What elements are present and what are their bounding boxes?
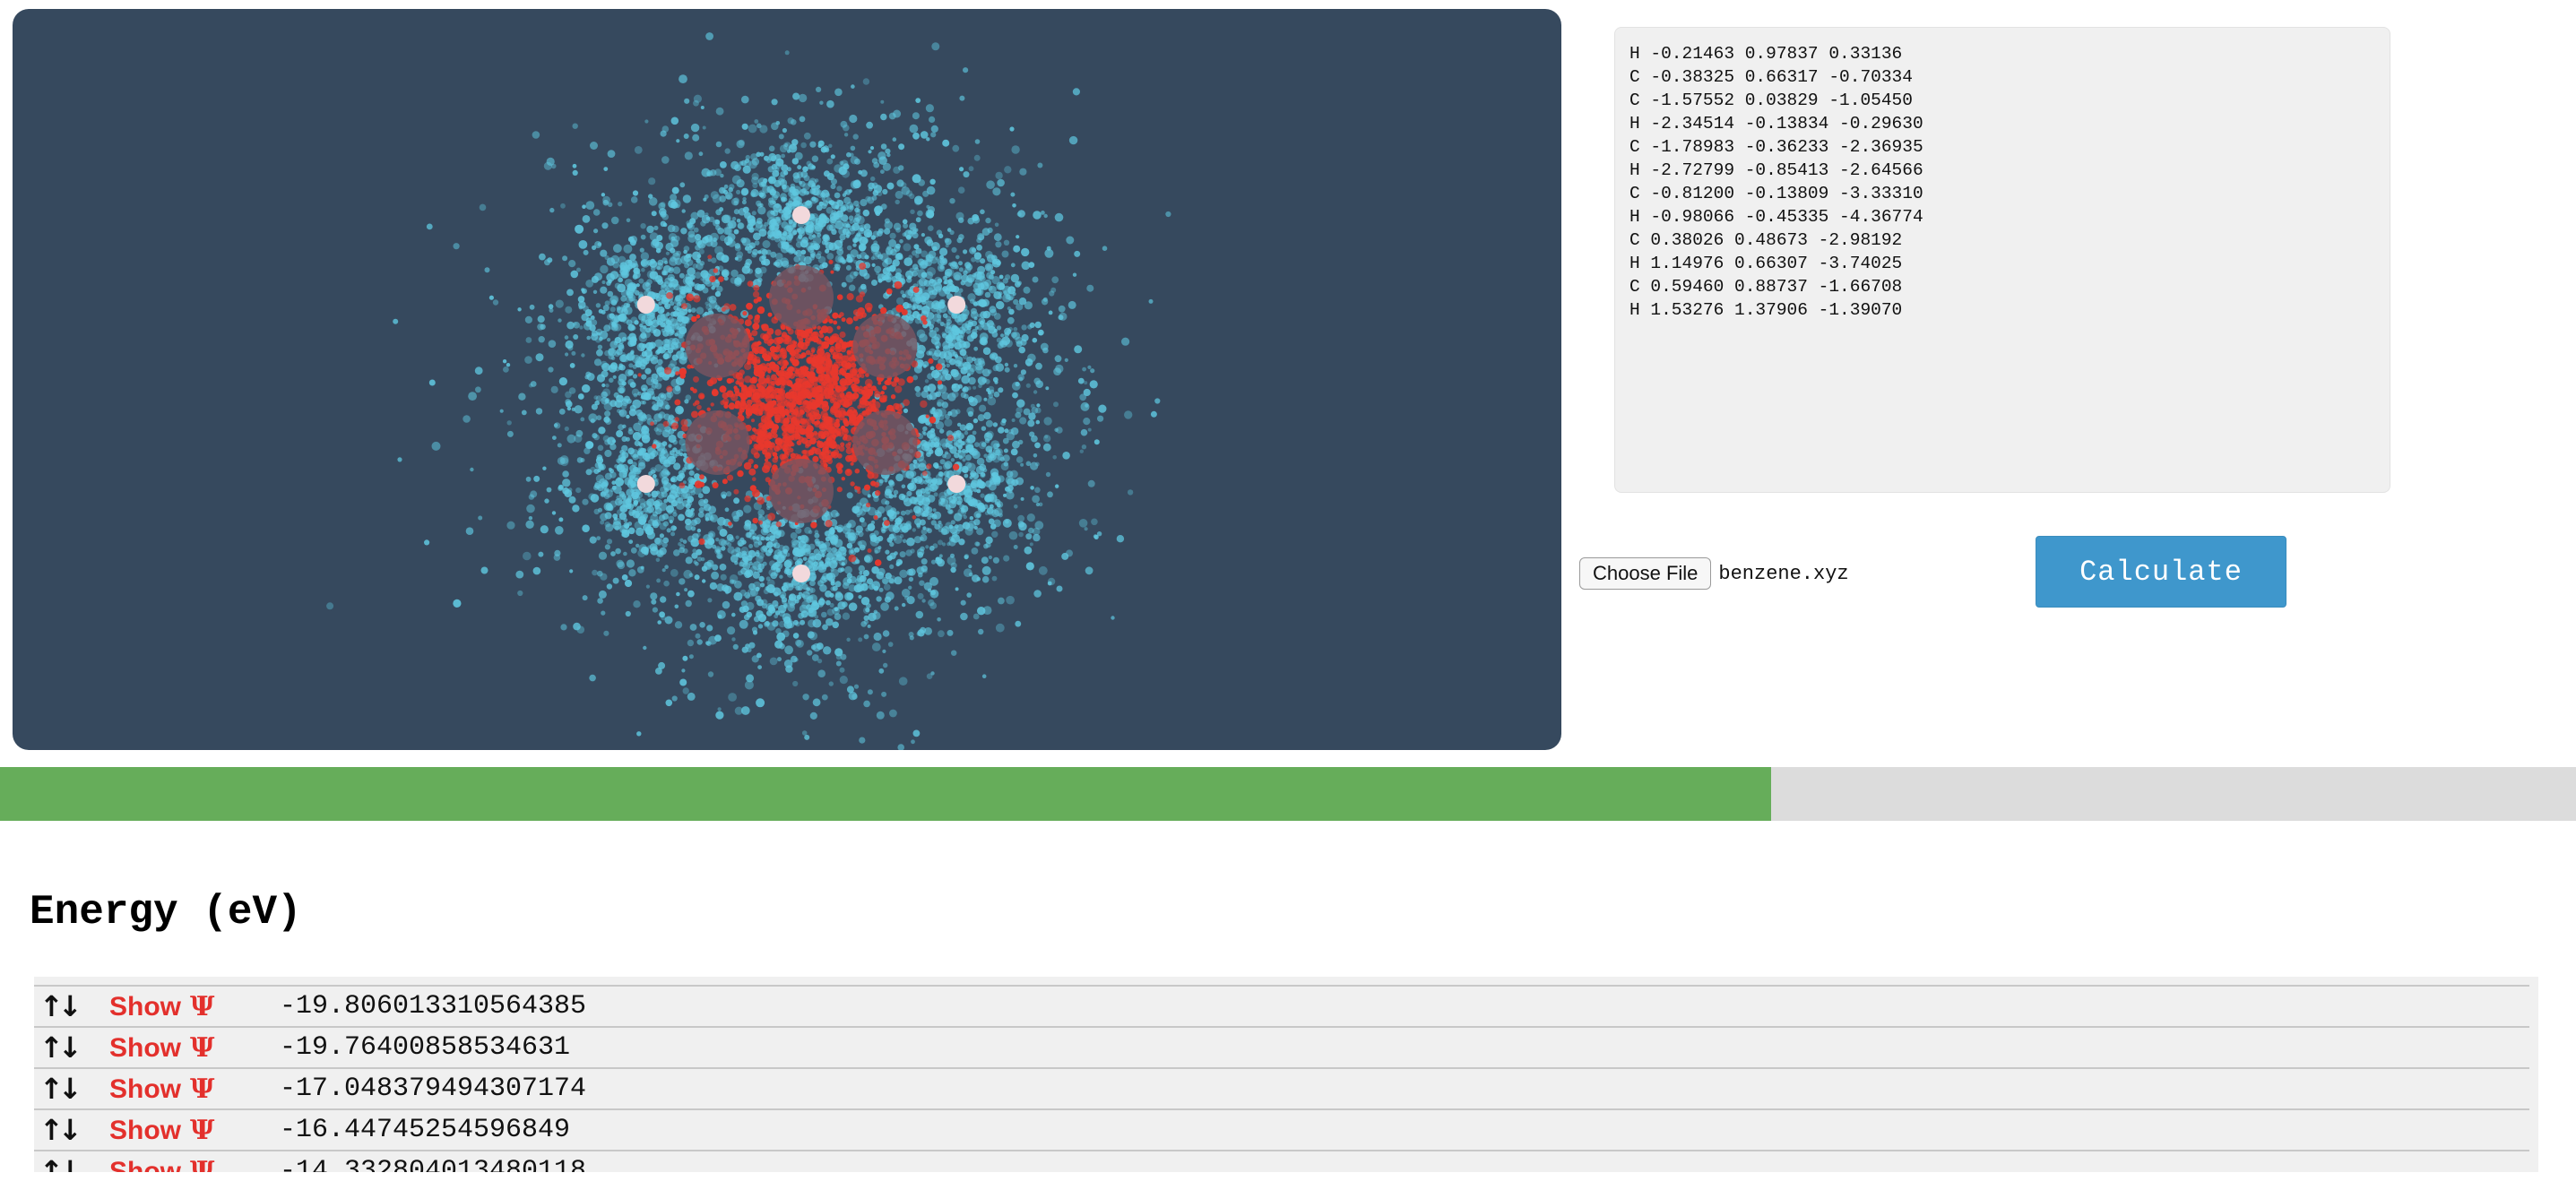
xyz-line: C -0.38325 0.66317 -0.70334 <box>1629 67 1913 87</box>
spin-arrows-icon: ↑↓ <box>39 1030 82 1065</box>
file-input-row: Choose File benzene.xyz <box>1579 557 1849 590</box>
hydrogen-atom <box>947 296 966 314</box>
orbital-row: ↑↓ Show Ψ -19.806013310564385 <box>34 987 2529 1028</box>
molecule-canvas[interactable] <box>13 9 1561 750</box>
orbital-row: ↑↓ Show Ψ -14.332804013480118 <box>34 1151 2529 1172</box>
xyz-line: C -1.57552 0.03829 -1.05450 <box>1629 91 1913 110</box>
progress-bar <box>0 767 2576 821</box>
orbital-energy-value: -23.040941053654734 <box>280 977 586 980</box>
xyz-line: H 1.14976 0.66307 -3.74025 <box>1629 254 1903 273</box>
spin-arrows-icon: ↑↓ <box>39 989 82 1023</box>
carbon-atom <box>685 410 750 475</box>
carbon-atom <box>769 459 834 523</box>
orbital-energy-value: -17.048379494307174 <box>280 1074 587 1104</box>
orbital-row: ↑↓ Show Ψ -17.048379494307174 <box>34 1069 2529 1110</box>
show-wavefunction-link[interactable]: Show Ψ <box>109 1032 280 1064</box>
xyz-line: C 0.59460 0.88737 -1.66708 <box>1629 277 1903 297</box>
psi-icon: Ψ <box>190 1155 215 1173</box>
orbital-energy-value: -14.332804013480118 <box>280 1156 587 1172</box>
psi-icon: Ψ <box>190 1114 215 1146</box>
show-label: Show <box>109 1032 181 1063</box>
show-label: Show <box>109 977 181 980</box>
xyz-line: H -2.72799 -0.85413 -2.64566 <box>1629 160 1923 180</box>
psi-icon: Ψ <box>190 1031 215 1064</box>
hydrogen-atom <box>792 206 810 224</box>
progress-fill <box>0 767 1771 821</box>
psi-icon: Ψ <box>190 977 214 981</box>
hydrogen-atom <box>636 296 655 314</box>
hydrogen-atom <box>636 475 655 493</box>
molecule-viewer[interactable] <box>13 9 1561 750</box>
orbital-energy-value: -19.76400858534631 <box>280 1032 571 1063</box>
orbital-energy-list[interactable]: ↑↓ShowΨ-23.040941053654734↑↓ShowΨ-19.806… <box>34 977 2538 1172</box>
carbon-atom <box>769 265 834 330</box>
xyz-line: C -0.81200 -0.13809 -3.33310 <box>1629 184 1923 203</box>
show-wavefunction-link[interactable]: Show Ψ <box>109 977 280 981</box>
xyz-line: C -1.78983 -0.36233 -2.36935 <box>1629 137 1923 157</box>
xyz-line: H -2.34514 -0.13834 -0.29630 <box>1629 114 1923 134</box>
selected-file-name: benzene.xyz <box>1718 562 1849 585</box>
orbital-energy-value: -16.44745254596849 <box>280 1115 571 1145</box>
orbital-row: ↑↓ Show Ψ -16.44745254596849 <box>34 1110 2529 1151</box>
hydrogen-atom <box>947 475 966 493</box>
spin-arrows-icon: ↑↓ <box>39 1113 82 1147</box>
show-wavefunction-link[interactable]: Show Ψ <box>109 1115 280 1146</box>
spin-arrows-icon: ↑↓ <box>39 1072 82 1106</box>
carbon-atom <box>685 314 750 378</box>
energy-heading: Energy (eV) <box>30 889 302 936</box>
spin-arrows-icon: ↑↓ <box>39 977 109 982</box>
orbital-energy-value: -19.806013310564385 <box>280 991 587 1022</box>
calculate-button[interactable]: Calculate <box>2036 536 2286 608</box>
carbon-atom <box>852 314 918 378</box>
psi-icon: Ψ <box>190 990 215 1022</box>
show-label: Show <box>109 1074 181 1104</box>
show-wavefunction-link[interactable]: Show Ψ <box>109 1156 280 1173</box>
xyz-line: H 1.53276 1.37906 -1.39070 <box>1629 300 1903 320</box>
choose-file-button[interactable]: Choose File <box>1579 557 1712 590</box>
show-label: Show <box>109 991 181 1022</box>
show-wavefunction-link[interactable]: Show Ψ <box>109 991 280 1022</box>
orbital-row: ↑↓Show Ψ -23.040941053654734 <box>34 977 2529 987</box>
spin-arrows-icon: ↑↓ <box>39 1154 82 1172</box>
xyz-line: C 0.38026 0.48673 -2.98192 <box>1629 230 1903 250</box>
xyz-coordinates-textarea[interactable]: H -0.21463 0.97837 0.33136 C -0.38325 0.6… <box>1614 27 2390 493</box>
hydrogen-atom <box>792 565 810 582</box>
xyz-line: H -0.98066 -0.45335 -4.36774 <box>1629 207 1923 227</box>
xyz-line: H -0.21463 0.97837 0.33136 <box>1629 44 1903 64</box>
show-label: Show <box>109 1115 181 1145</box>
orbital-row: ↑↓ Show Ψ -19.76400858534631 <box>34 1028 2529 1069</box>
show-label: Show <box>109 1156 181 1173</box>
psi-icon: Ψ <box>190 1073 215 1105</box>
carbon-atom <box>852 410 918 475</box>
show-wavefunction-link[interactable]: Show Ψ <box>109 1074 280 1105</box>
